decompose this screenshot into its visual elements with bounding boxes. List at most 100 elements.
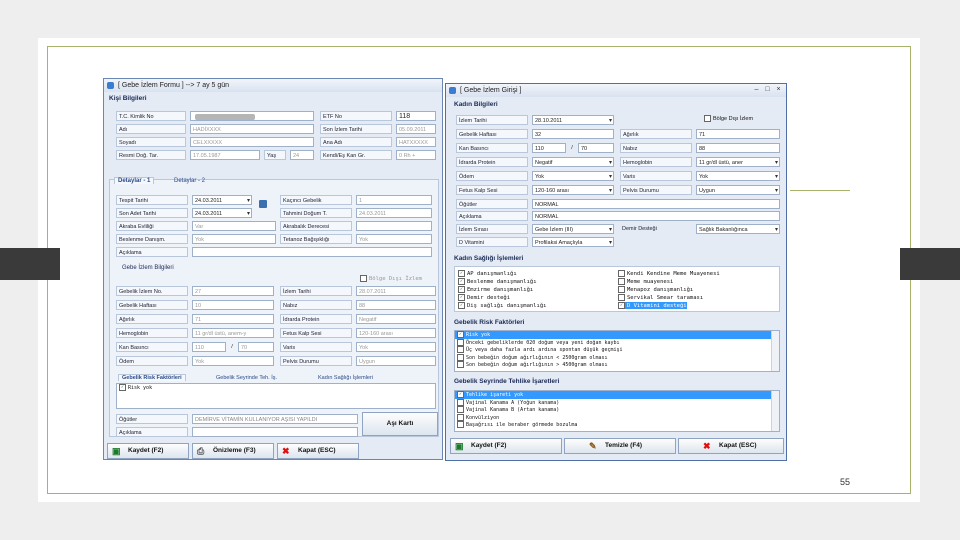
kan-basinci-diastolik[interactable]: 70 — [238, 342, 274, 352]
checkbox-icon[interactable]: ✓ — [457, 391, 464, 398]
pelvis-field[interactable]: Uygun — [356, 356, 436, 366]
agirlik-field[interactable]: 71 — [192, 314, 274, 324]
aciklama-field[interactable] — [192, 247, 432, 257]
onizleme-button[interactable]: ⎙ Önizleme (F3) — [192, 443, 274, 459]
aciklama-field[interactable]: NORMAL — [532, 211, 780, 221]
checkbox-icon[interactable]: ✓ — [458, 294, 465, 301]
minimize-icon[interactable]: – — [752, 86, 761, 94]
checkbox-icon[interactable] — [618, 286, 625, 293]
bolge-disi-checkbox[interactable]: Bölge Dışı İzlem — [360, 275, 422, 282]
list-item[interactable]: ✓ Risk yok — [117, 384, 435, 392]
checkbox-icon[interactable]: ✓ — [458, 302, 465, 309]
checkbox-icon[interactable] — [457, 346, 464, 353]
save-disk-icon[interactable] — [259, 200, 267, 208]
risk-list-item[interactable]: Son bebeğin doğum ağırlığının < 2500gram… — [455, 353, 779, 362]
izlem-tarihi-field[interactable]: 28.07.2011 — [356, 286, 436, 296]
left-risk-list[interactable]: ✓ Risk yok — [116, 383, 436, 409]
tehlike-list-item[interactable]: ✓ Tehlike işareti yok — [455, 391, 779, 399]
risk-list-item[interactable]: Üç veya daha fazla ardı ardına spontan d… — [455, 346, 779, 354]
izlem-sirasi-select[interactable]: Gebe İzlem (III) — [532, 224, 614, 234]
gebelik-izlem-field[interactable]: 27 — [192, 286, 274, 296]
asi-karti-button[interactable]: Aşı Kartı — [362, 412, 438, 436]
bolge-disi-checkbox[interactable]: Bölge Dışı İzlem — [704, 115, 753, 122]
dogum-field[interactable]: 17.05.1987 — [190, 150, 260, 160]
checkbox-icon[interactable] — [457, 413, 464, 421]
tab-detaylar-2[interactable]: Detaylar - 2 — [174, 178, 205, 184]
right-kapat-button[interactable]: ✖ Kapat (ESC) — [678, 438, 784, 454]
akrabalik-field[interactable] — [356, 221, 432, 231]
oguler-field[interactable]: DEMİRVE VİTAMİN KULLANIYOR AŞISI YAPILDI — [192, 414, 358, 424]
etf-field[interactable]: 118 — [396, 111, 436, 121]
kadin-sagligi-item[interactable]: Kendi Kendine Meme Muayenesi — [618, 270, 720, 277]
kadin-sagligi-item[interactable]: ✓ D Vitamini desteği — [618, 302, 687, 309]
checkbox-icon[interactable] — [457, 361, 464, 368]
tehlike-scrollbar[interactable] — [771, 391, 779, 431]
ana-adi-field[interactable]: HATXXXXX — [396, 137, 436, 147]
left-kapat-button[interactable]: ✖ Kapat (ESC) — [277, 443, 359, 459]
fetus-select[interactable]: 120-160 arası — [532, 185, 614, 195]
odem-select[interactable]: Yok — [532, 171, 614, 181]
kadin-sagligi-item[interactable]: Menapoz danışmanlığı — [618, 286, 693, 293]
checkbox-icon[interactable] — [457, 421, 464, 428]
oguler-field[interactable]: NORMAL — [532, 199, 780, 209]
soyadi-field[interactable]: CELXXXXX — [190, 137, 314, 147]
risk-list-item[interactable]: Son bebeğin doğum ağırlığının > 4500gram… — [455, 361, 779, 369]
destek-select[interactable]: Sağlık Bakanlığınca — [696, 224, 780, 234]
ad-field[interactable]: HADİXXXX — [190, 124, 314, 134]
hemoglobin-field[interactable]: 11 gr/dl üstü, anem-y — [192, 328, 274, 338]
kan-basinci-sistolik[interactable]: 110 — [532, 143, 566, 153]
kadin-sagligi-item[interactable]: ✓ Diş sağlığı danışmanlığı — [458, 302, 546, 309]
kadin-sagligi-item[interactable]: ✓ Demir desteği — [458, 294, 510, 301]
checkbox-icon[interactable] — [457, 398, 464, 406]
nabiz-field[interactable]: 88 — [356, 300, 436, 310]
tetanoz-field[interactable]: Yok — [356, 234, 432, 244]
idrarda-select[interactable]: Negatif — [532, 157, 614, 167]
tab-kadin-sagligi[interactable]: Kadın Sağlığı İşlemleri — [318, 375, 373, 381]
izlem-tarihi-picker[interactable]: 28.10.2011 — [532, 115, 614, 125]
kadin-sagligi-item[interactable]: Servikal Smear taraması — [618, 294, 703, 301]
checkbox-icon[interactable] — [618, 270, 625, 277]
yas-field[interactable]: 24 — [290, 150, 314, 160]
tehlike-list-item[interactable]: Başağrısı ile beraber görmede bozulma — [455, 421, 779, 429]
kacinci-field[interactable]: 1 — [356, 195, 432, 205]
kan-basinci-sistolik[interactable]: 110 — [192, 342, 226, 352]
kadin-sagligi-item[interactable]: Meme muayenesi — [618, 278, 673, 285]
checkbox-icon[interactable] — [618, 278, 625, 285]
risk-list-item[interactable]: Önceki gebeliklerde 020 doğum veya yeni … — [455, 338, 779, 347]
agirlik-field[interactable]: 71 — [696, 129, 780, 139]
tab-detaylar-1[interactable]: Detaylar - 1 — [114, 177, 155, 184]
idrarda-field[interactable]: Negatif — [356, 314, 436, 324]
tab-seyrinde-teh[interactable]: Gebelik Seyrinde Teh. İş. — [216, 375, 277, 381]
aciklama2-field[interactable] — [192, 427, 358, 437]
nabiz-field[interactable]: 88 — [696, 143, 780, 153]
left-kaydet-button[interactable]: ▣ Kaydet (F2) — [107, 443, 189, 459]
tc-field[interactable] — [190, 111, 314, 121]
kadin-sagligi-item[interactable]: ✓ Beslenme danışmanlığı — [458, 278, 537, 285]
pelvis-select[interactable]: Uygun — [696, 185, 780, 195]
checkbox-icon[interactable]: ✓ — [458, 270, 465, 277]
odem-field[interactable]: Yok — [192, 356, 274, 366]
checkbox-icon[interactable]: ✓ — [618, 302, 625, 309]
checkbox-icon[interactable] — [457, 338, 464, 346]
son-adet-date-picker[interactable]: 24.03.2011 — [192, 208, 252, 218]
akraba-field[interactable]: Var — [192, 221, 276, 231]
kadin-sagligi-item[interactable]: ✓ Emzirme danışmanlığı — [458, 286, 533, 293]
fetus-field[interactable]: 120-160 arası — [356, 328, 436, 338]
checkbox-icon[interactable]: ✓ — [457, 331, 464, 338]
tespit-date-picker[interactable]: 24.03.2011 — [192, 195, 252, 205]
checkbox-icon[interactable]: ✓ — [458, 286, 465, 293]
risk-list-item[interactable]: ✓ Risk yok — [455, 331, 779, 339]
tahmini-field[interactable]: 24.03.2011 — [356, 208, 432, 218]
kadin-sagligi-item[interactable]: ✓ AP danışmanlığı — [458, 270, 517, 277]
varis-field[interactable]: Yok — [356, 342, 436, 352]
checkbox-icon[interactable]: ✓ — [458, 278, 465, 285]
gebelik-haftasi-field[interactable]: 10 — [192, 300, 274, 310]
kan-basinci-diastolik[interactable]: 70 — [578, 143, 614, 153]
tehlike-list-item[interactable]: Vajinal Kanama B (Artan kanama) — [455, 406, 779, 414]
checkbox-icon[interactable] — [457, 406, 464, 413]
tehlike-isaretleri-list[interactable]: ✓ Tehlike işareti yok Vajinal Kanama A (Yo… — [454, 390, 780, 432]
tab-risk-faktorleri[interactable]: Gebelik Risk Faktörleri — [118, 374, 186, 381]
checkbox-icon[interactable] — [457, 353, 464, 361]
gebelik-haftasi-field[interactable]: 32 — [532, 129, 614, 139]
right-kaydet-button[interactable]: ▣ Kaydet (F2) — [450, 438, 562, 454]
